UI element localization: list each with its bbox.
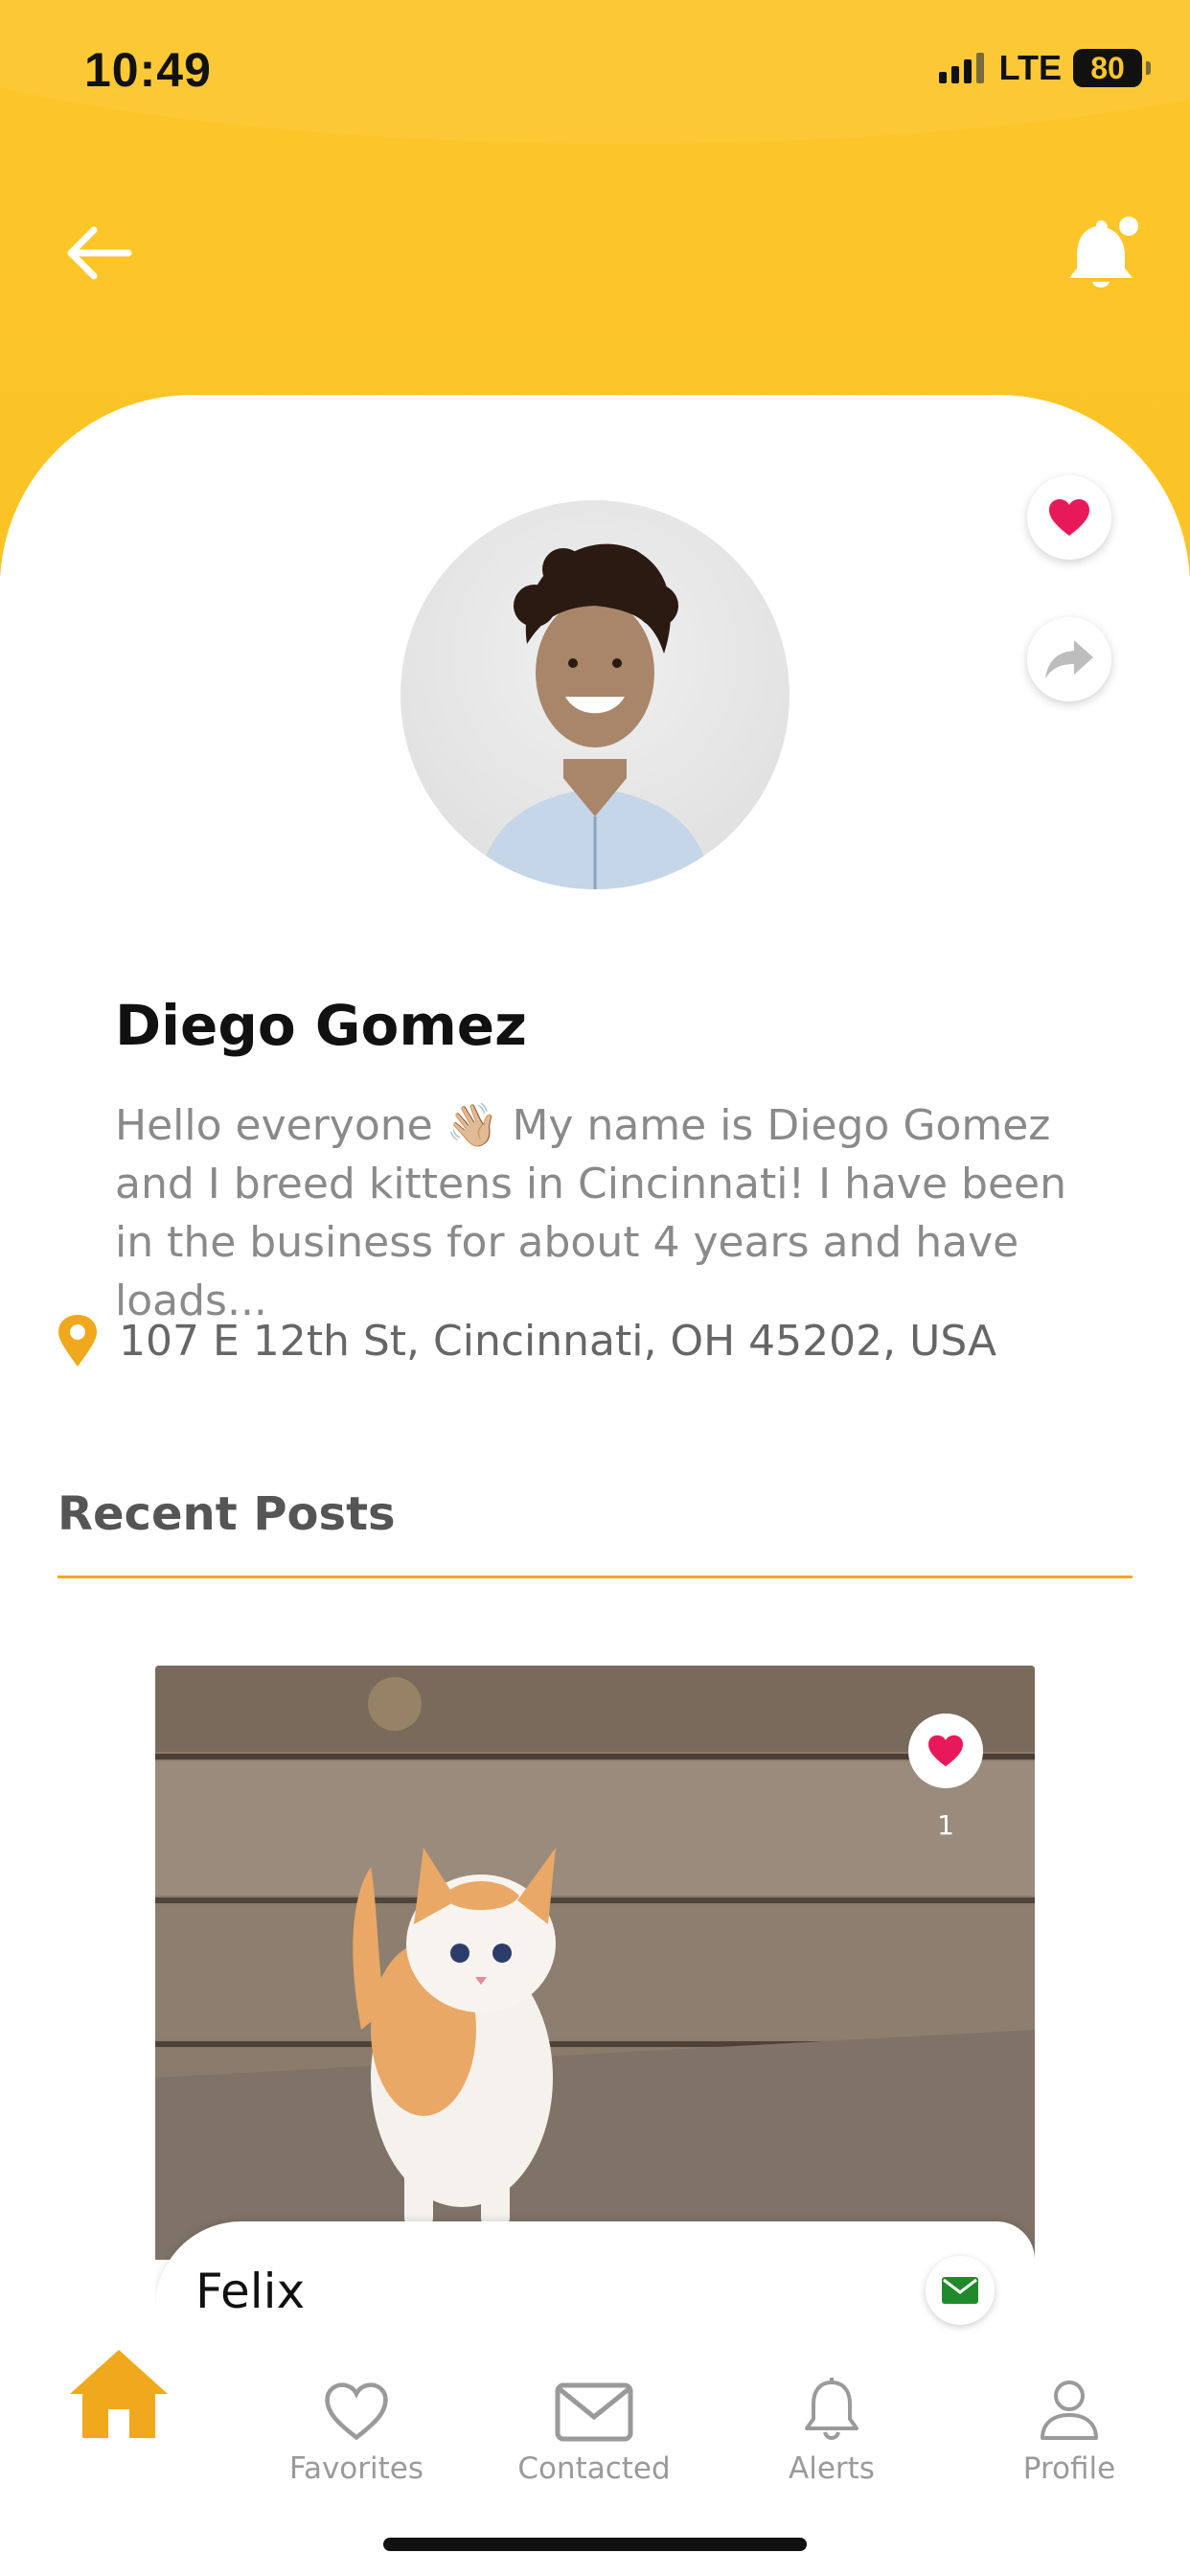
heart-icon <box>928 1735 963 1767</box>
status-time: 10:49 <box>84 43 212 97</box>
user-icon <box>1041 2380 1098 2440</box>
location-pin-icon <box>58 1315 97 1367</box>
profile-address: 107 E 12th St, Cincinnati, OH 45202, USA <box>119 1316 997 1366</box>
heart-outline-icon <box>325 2382 388 2441</box>
tab-profile[interactable]: Profile <box>950 2336 1188 2490</box>
profile-name: Diego Gomez <box>115 993 527 1058</box>
home-icon <box>70 2350 168 2438</box>
notifications-button[interactable] <box>1060 209 1146 295</box>
envelope-icon <box>942 2277 978 2304</box>
home-indicator <box>383 2538 807 2551</box>
profile-address-row[interactable]: 107 E 12th St, Cincinnati, OH 45202, USA <box>56 1313 996 1368</box>
post-like-button[interactable] <box>908 1714 983 1788</box>
signal-icon <box>938 53 984 83</box>
favorite-button[interactable] <box>1027 475 1111 560</box>
tab-label: Favorites <box>288 2451 424 2486</box>
post-info-panel: Felix <box>155 2221 1035 2336</box>
battery-icon: 80 <box>1073 49 1151 87</box>
arrow-left-icon <box>67 226 132 280</box>
share-icon <box>1045 640 1093 678</box>
network-type: LTE <box>998 48 1062 87</box>
post-like-count: 1 <box>937 1809 954 1841</box>
status-bar: 10:49 LTE 80 <box>0 0 1190 144</box>
profile-avatar <box>400 500 790 889</box>
tab-home[interactable] <box>0 2336 238 2490</box>
bell-outline-icon <box>805 2378 858 2440</box>
heart-icon <box>1049 499 1089 536</box>
post-title: Felix <box>195 2264 306 2319</box>
avatar-photo <box>477 543 713 889</box>
tab-contacted[interactable]: Contacted <box>475 2336 713 2490</box>
tab-favorites[interactable]: Favorites <box>238 2336 475 2490</box>
profile-bio[interactable]: Hello everyone 👋🏼 My name is Diego Gomez… <box>115 1096 1092 1330</box>
battery-level: 80 <box>1090 50 1125 85</box>
bell-icon <box>1069 217 1138 288</box>
tab-label: Profile <box>1022 2451 1116 2486</box>
section-divider <box>57 1576 1133 1578</box>
tab-label: Alerts <box>789 2451 875 2486</box>
post-message-button[interactable] <box>926 2256 995 2325</box>
recent-posts-title: Recent Posts <box>57 1487 396 1541</box>
envelope-icon <box>555 2382 633 2442</box>
post-photo <box>155 1666 1035 2260</box>
tab-alerts[interactable]: Alerts <box>713 2336 950 2490</box>
post-card[interactable]: 1 Felix <box>155 1666 1035 2336</box>
tab-label: Contacted <box>517 2451 671 2486</box>
share-button[interactable] <box>1027 617 1111 702</box>
status-indicators: LTE 80 <box>938 48 1151 88</box>
back-button[interactable] <box>63 215 140 291</box>
